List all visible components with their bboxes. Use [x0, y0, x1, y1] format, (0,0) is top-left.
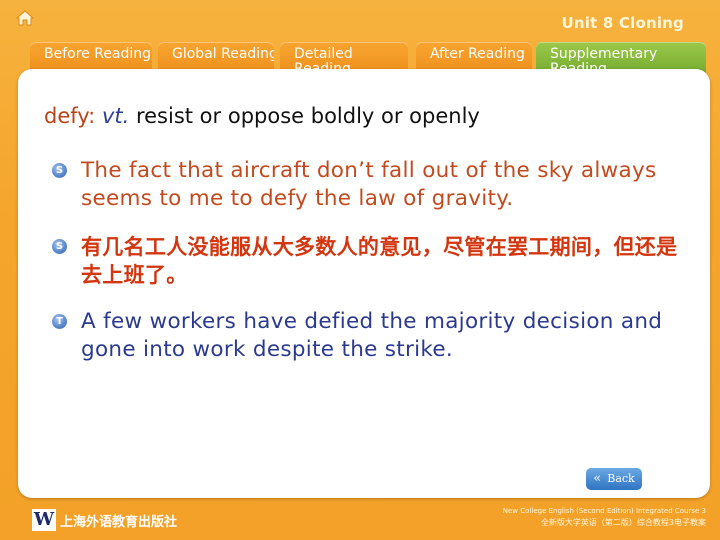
example-sentence-cn: S 有几名工人没能服从大多数人的意见，尽管在罢工期间，但还是去上班了。: [52, 233, 681, 289]
definition-meaning: resist or oppose boldly or openly: [135, 104, 480, 128]
publisher-name: 上海外语教育出版社: [60, 514, 178, 530]
publisher-w-icon: W: [32, 509, 56, 531]
tab-label: After Reading: [430, 46, 525, 62]
definition-pos: vt.: [101, 104, 130, 128]
double-chevron-left-icon: «: [593, 471, 602, 486]
home-icon[interactable]: [15, 10, 35, 26]
tab-label: Before Reading: [44, 46, 152, 62]
example-text: A few workers have defied the majority d…: [81, 309, 663, 362]
content-card: defy: vt. resist or oppose boldly or ope…: [18, 69, 710, 498]
t-bullet-icon: T: [52, 314, 67, 329]
example-sentence-en: S The fact that aircraft don’t fall out …: [52, 157, 681, 213]
example-text: The fact that aircraft don’t fall out of…: [81, 158, 657, 211]
s-bullet-icon: S: [52, 239, 67, 254]
back-button[interactable]: « Back: [586, 468, 642, 490]
translation-sentence-en: T A few workers have defied the majority…: [52, 308, 681, 364]
course-title-cn: 全新版大学英语（第二版）综合教程3电子教案: [540, 518, 706, 527]
s-bullet-icon: S: [52, 163, 67, 178]
back-label: Back: [607, 472, 635, 485]
course-title-en: New College English (Second Edition) Int…: [502, 507, 706, 515]
example-text: 有几名工人没能服从大多数人的意见，尽管在罢工期间，但还是去上班了。: [81, 235, 678, 287]
course-footnote: New College English (Second Edition) Int…: [503, 505, 706, 529]
publisher-logo: W 上海外语教育出版社: [32, 508, 177, 532]
definition-word: defy:: [44, 104, 96, 128]
unit-title: Unit 8 Cloning: [561, 14, 684, 32]
definition-line: defy: vt. resist or oppose boldly or ope…: [44, 104, 480, 128]
tab-label: Global Reading: [172, 46, 274, 62]
